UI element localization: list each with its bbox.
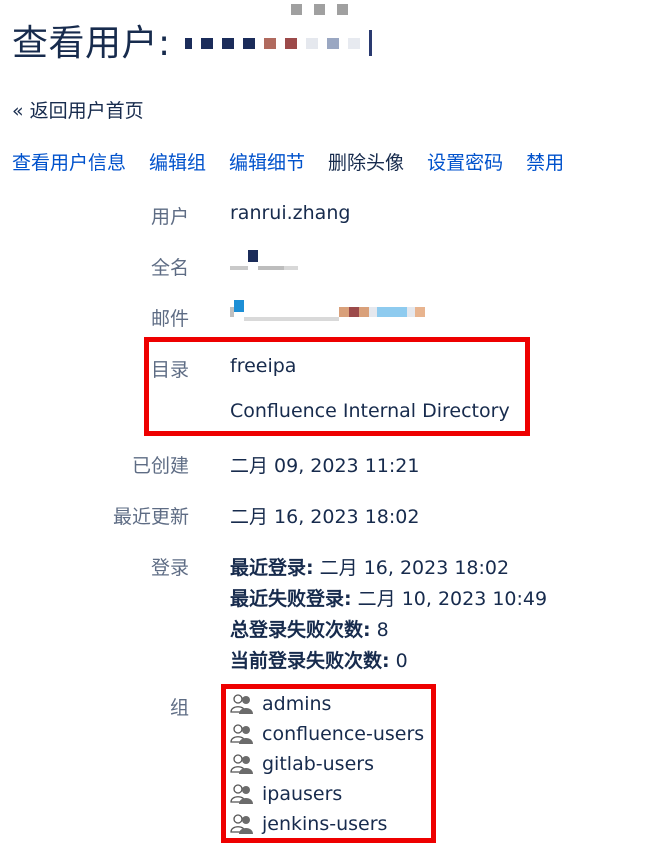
last-failed-line: 最近失败登录: 二月 10, 2023 10:49 bbox=[230, 584, 547, 611]
current-failed-value: 0 bbox=[389, 650, 408, 672]
fullname-redacted bbox=[230, 250, 298, 272]
page-header: 查看用户: bbox=[12, 4, 372, 66]
total-failed-line: 总登录失败次数: 8 bbox=[230, 615, 389, 642]
redacted-pixel bbox=[305, 37, 318, 49]
total-failed-label: 总登录失败次数: bbox=[230, 619, 371, 641]
edit-details-link[interactable]: 编辑细节 bbox=[229, 148, 305, 175]
last-failed-label: 最近失败登录: bbox=[230, 588, 352, 610]
created-label: 已创建 bbox=[131, 455, 189, 477]
username-value: ranrui.zhang bbox=[230, 202, 351, 224]
created-value: 二月 09, 2023 11:21 bbox=[230, 455, 420, 477]
redacted-pixel bbox=[347, 37, 360, 49]
fullname-label: 全名 bbox=[150, 257, 189, 279]
delete-avatar-link[interactable]: 删除头像 bbox=[328, 148, 404, 175]
redacted-pixel bbox=[221, 37, 234, 49]
last-login-value: 二月 16, 2023 18:02 bbox=[313, 557, 510, 579]
redacted-pixel bbox=[263, 37, 276, 49]
redacted-username bbox=[184, 4, 372, 56]
total-failed-value: 8 bbox=[370, 619, 389, 641]
groups-label: 组 bbox=[169, 697, 189, 719]
username-label: 用户 bbox=[150, 206, 189, 228]
last-failed-value: 二月 10, 2023 10:49 bbox=[351, 588, 548, 610]
redacted-pixels-top bbox=[290, 4, 348, 15]
highlight-box-directory bbox=[144, 337, 530, 436]
updated-value: 二月 16, 2023 18:02 bbox=[230, 506, 420, 528]
last-login-line: 最近登录: 二月 16, 2023 18:02 bbox=[230, 553, 509, 580]
current-failed-line: 当前登录失败次数: 0 bbox=[230, 646, 408, 673]
edit-groups-link[interactable]: 编辑组 bbox=[149, 148, 206, 175]
highlight-box-groups bbox=[221, 684, 436, 843]
redacted-pixel bbox=[368, 30, 372, 56]
set-password-link[interactable]: 设置密码 bbox=[427, 148, 503, 175]
back-to-users-link[interactable]: « 返回用户首页 bbox=[12, 96, 144, 123]
user-actions-bar: 查看用户信息 编辑组 编辑细节 删除头像 设置密码 禁用 bbox=[12, 148, 564, 175]
redacted-pixel bbox=[284, 37, 297, 49]
updated-label: 最近更新 bbox=[112, 506, 189, 528]
redacted-pixel bbox=[326, 37, 339, 49]
current-failed-label: 当前登录失败次数: bbox=[230, 650, 390, 672]
page-title: 查看用户: bbox=[12, 23, 171, 64]
disable-user-link[interactable]: 禁用 bbox=[526, 148, 564, 175]
view-user-info-link[interactable]: 查看用户信息 bbox=[12, 148, 126, 175]
redacted-pixel bbox=[242, 37, 255, 49]
redacted-pixel bbox=[184, 37, 192, 49]
email-redacted bbox=[230, 300, 425, 322]
login-label: 登录 bbox=[150, 557, 189, 579]
last-login-label: 最近登录: bbox=[230, 557, 314, 579]
email-label: 邮件 bbox=[150, 308, 189, 330]
redacted-pixel bbox=[200, 37, 213, 49]
